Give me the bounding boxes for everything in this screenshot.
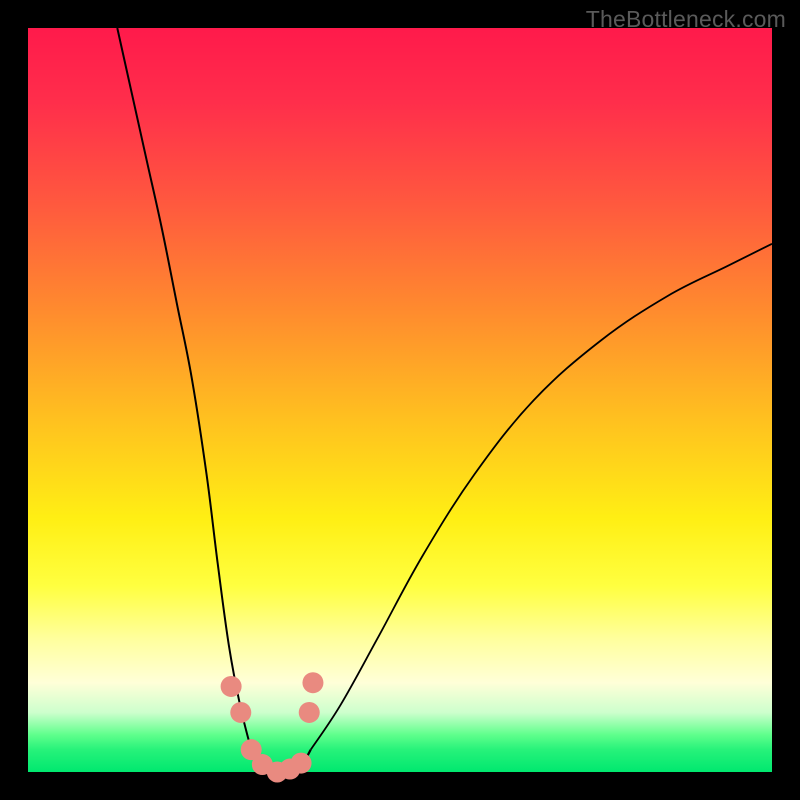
highlight-marker	[291, 753, 312, 774]
highlight-marker	[299, 702, 320, 723]
highlight-marker	[221, 676, 242, 697]
highlight-markers	[221, 672, 324, 782]
right-arm-path	[311, 244, 772, 750]
curve-layer	[28, 28, 772, 772]
left-arm-path	[117, 28, 251, 750]
chart-plot-area	[28, 28, 772, 772]
highlight-marker	[302, 672, 323, 693]
watermark-text: TheBottleneck.com	[586, 6, 786, 33]
highlight-marker	[230, 702, 251, 723]
